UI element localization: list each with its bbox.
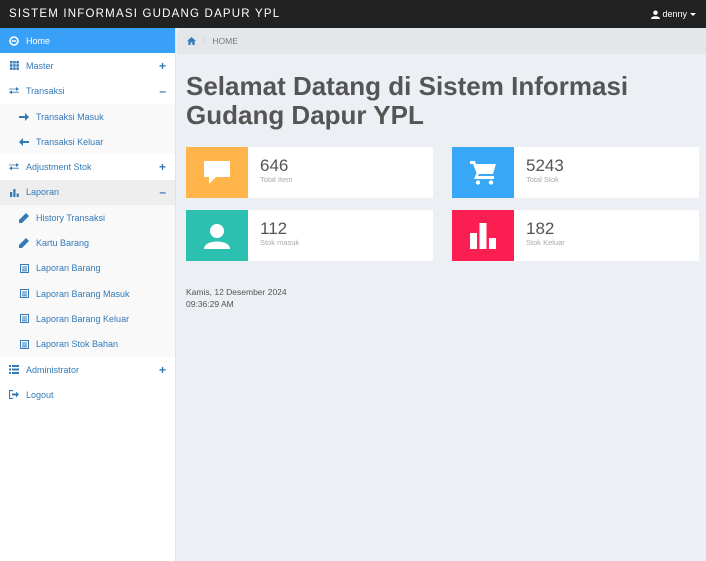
collapse-icon[interactable]: –	[159, 84, 166, 98]
stat-card-stok-masuk: 112 Stok masuk	[186, 210, 433, 261]
sidebar-item-master[interactable]: Master +	[0, 53, 175, 78]
stat-card-stok-keluar: 182 Stok Keluar	[452, 210, 699, 261]
sidebar-item-laporan-stok-bahan[interactable]: Laporan Stok Bahan	[0, 332, 175, 357]
sidebar-item-label: Transaksi Keluar	[36, 136, 104, 147]
sidebar-item-administrator[interactable]: Administrator +	[0, 357, 175, 382]
sidebar-item-laporan-barang[interactable]: Laporan Barang	[0, 256, 175, 281]
stat-value: 5243	[526, 156, 564, 175]
bar-chart-icon	[470, 222, 496, 249]
arrow-left-icon	[19, 137, 29, 147]
caret-down-icon	[690, 12, 696, 16]
list-alt-icon	[19, 263, 29, 273]
expand-icon[interactable]: +	[159, 59, 166, 73]
cart-icon	[470, 160, 496, 185]
comment-icon	[204, 160, 230, 184]
sidebar-item-label: Laporan Barang Keluar	[36, 313, 130, 324]
transfer-icon	[9, 86, 19, 96]
stat-value: 182	[526, 219, 555, 238]
sidebar-item-label: Home	[26, 35, 51, 46]
sidebar-item-label: Laporan Barang	[36, 263, 101, 274]
stat-card-total-item: 646 Total Item	[186, 147, 433, 198]
transfer-icon	[9, 162, 19, 172]
user-name: denny	[662, 9, 687, 19]
breadcrumb-current: HOME	[212, 36, 238, 46]
collapse-icon[interactable]: –	[159, 185, 166, 199]
sidebar-item-label: History Transaksi	[36, 212, 106, 223]
top-navbar: SISTEM INFORMASI GUDANG DAPUR YPL denny	[0, 0, 706, 28]
expand-icon[interactable]: +	[159, 363, 166, 377]
sidebar-item-label: Laporan	[26, 187, 60, 198]
sidebar-item-label: Kartu Barang	[36, 238, 90, 249]
list-icon	[9, 365, 19, 375]
bar-chart-icon	[9, 187, 19, 197]
breadcrumb-separator: /	[203, 36, 206, 46]
breadcrumb: / HOME	[177, 28, 706, 54]
app-title[interactable]: SISTEM INFORMASI GUDANG DAPUR YPL	[9, 8, 280, 20]
current-time: 09:36:29 AM	[186, 299, 234, 309]
stat-label: Stok masuk	[260, 238, 300, 247]
submenu-laporan: History Transaksi Kartu Barang Laporan B…	[0, 205, 175, 357]
sidebar-item-logout[interactable]: Logout	[0, 382, 175, 407]
logout-icon	[9, 390, 19, 400]
stat-card-icon-box	[186, 147, 248, 198]
list-alt-icon	[19, 289, 29, 299]
current-date: Kamis, 12 Desember 2024	[186, 287, 287, 297]
sidebar-item-transaksi-keluar[interactable]: Transaksi Keluar	[0, 129, 175, 154]
sidebar-item-label: Transaksi	[26, 86, 65, 97]
submenu-transaksi: Transaksi Masuk Transaksi Keluar	[0, 103, 175, 155]
stat-card-icon-box	[452, 147, 514, 198]
dashboard-icon	[9, 35, 19, 46]
expand-icon[interactable]: +	[159, 160, 166, 174]
stat-card-icon-box	[186, 210, 248, 261]
home-icon[interactable]	[187, 37, 196, 45]
pencil-icon	[19, 212, 29, 223]
pencil-icon	[19, 238, 29, 249]
stat-value: 112	[260, 219, 288, 238]
sidebar-item-label: Laporan Barang Masuk	[36, 288, 130, 299]
sidebar-item-laporan-barang-masuk[interactable]: Laporan Barang Masuk	[0, 281, 175, 306]
sidebar: Home Master + Transaksi – Transaksi Masu…	[0, 28, 176, 561]
stat-card-total-stok: 5243 Total Stok	[452, 147, 699, 198]
stat-value: 646	[260, 156, 289, 175]
sidebar-item-label: Administrator	[26, 364, 80, 375]
sidebar-item-transaksi[interactable]: Transaksi –	[0, 79, 175, 104]
user-menu[interactable]: denny	[651, 9, 696, 19]
sidebar-item-transaksi-masuk[interactable]: Transaksi Masuk	[0, 104, 175, 129]
arrow-right-icon	[19, 112, 29, 122]
sidebar-item-history-transaksi[interactable]: History Transaksi	[0, 205, 175, 230]
stat-label: Total Stok	[526, 175, 559, 184]
sidebar-item-home[interactable]: Home	[0, 28, 175, 54]
list-alt-icon	[19, 314, 29, 324]
date-time: Kamis, 12 Desember 2024 09:36:29 AM	[186, 286, 287, 310]
sidebar-item-kartu-barang[interactable]: Kartu Barang	[0, 230, 175, 255]
sidebar-item-label: Laporan Stok Bahan	[36, 339, 119, 350]
sidebar-item-label: Adjustment Stok	[26, 162, 92, 173]
stat-card-icon-box	[452, 210, 514, 261]
sidebar-item-laporan[interactable]: Laporan –	[0, 179, 175, 206]
user-icon	[204, 223, 230, 249]
sidebar-item-label: Master	[26, 60, 54, 71]
sidebar-item-adjustment-stok[interactable]: Adjustment Stok +	[0, 154, 175, 179]
sidebar-item-laporan-barang-keluar[interactable]: Laporan Barang Keluar	[0, 306, 175, 331]
main-content: / HOME Selamat Datang di Sistem Informas…	[177, 28, 706, 561]
user-icon	[651, 9, 661, 19]
page-title: Selamat Datang di Sistem Informasi Gudan…	[186, 71, 629, 130]
grid-icon	[9, 61, 19, 71]
stat-label: Stok Keluar	[526, 238, 565, 247]
sidebar-item-label: Logout	[26, 389, 54, 400]
sidebar-item-label: Transaksi Masuk	[36, 111, 104, 122]
stat-label: Total Item	[260, 175, 293, 184]
list-alt-icon	[19, 339, 29, 349]
